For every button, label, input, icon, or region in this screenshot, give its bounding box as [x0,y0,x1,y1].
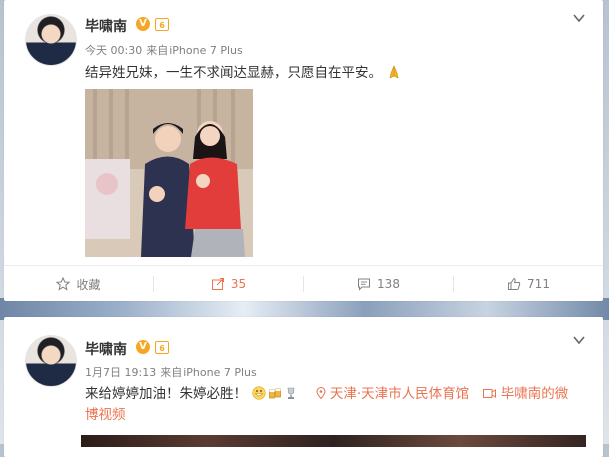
avatar[interactable] [25,14,77,66]
level-badge[interactable]: 6 [155,341,169,354]
chevron-down-icon[interactable] [573,334,585,346]
post-photo[interactable] [85,89,253,257]
pray-emoji-icon [389,65,399,79]
post-text: 来给婷婷加油！朱婷必胜！ 天津·天津市人民体育馆 毕啸南的微 博视频 [85,384,590,426]
verified-badge[interactable]: V [136,340,150,354]
grin-emoji-icon [252,386,266,400]
photo-image [85,89,253,257]
action-bar: 收藏 35 138 711 [4,265,603,302]
post-text: 结异姓兄妹，一生不求闻达显赫，只愿自在平安。 [85,63,402,84]
level-badge[interactable]: 6 [155,18,169,31]
post-text-content: 结异姓兄妹，一生不求闻达显赫，只愿自在平安。 [85,65,382,81]
verified-badge[interactable]: V [136,17,150,31]
comment-icon [358,278,371,291]
favorite-button[interactable]: 收藏 [4,266,153,302]
post-source[interactable]: iPhone 7 Plus [169,44,243,57]
chevron-down-icon[interactable] [573,12,585,24]
comment-count: 138 [377,277,400,291]
repost-count: 35 [230,277,247,291]
video-link-text: 毕啸南的微 [500,386,569,402]
post-photo[interactable] [81,435,586,447]
video-link-text-cont[interactable]: 博视频 [85,407,126,423]
video-link[interactable]: 毕啸南的微 [483,386,568,402]
post-meta: 今天 00:30 来自iPhone 7 Plus [85,42,247,58]
cheers-emoji-icon [269,388,282,399]
thumbs-up-icon [508,277,521,290]
location-link[interactable]: 天津·天津市人民体育馆 [316,386,474,402]
location-text: 天津·天津市人民体育馆 [329,386,470,402]
source-prefix: 来自 [160,366,183,379]
trophy-emoji-icon [287,387,295,399]
post-text-content: 来给婷婷加油！朱婷必胜！ [85,386,247,402]
comment-button[interactable]: 138 [304,266,453,302]
like-button[interactable]: 711 [454,266,603,302]
source-prefix: 来自 [146,44,169,57]
location-pin-icon [316,387,326,400]
avatar[interactable] [25,335,77,387]
username[interactable]: 毕啸南 [85,16,127,36]
repost-icon [211,278,224,290]
username[interactable]: 毕啸南 [85,339,127,359]
like-count: 711 [527,277,550,291]
feed-card: 毕啸南 V 6 今天 00:30 来自iPhone 7 Plus 结异姓兄妹，一生… [4,0,603,301]
post-source[interactable]: iPhone 7 Plus [183,366,257,379]
post-time[interactable]: 1月7日 19:13 [85,366,156,379]
repost-button[interactable]: 35 [154,266,303,302]
star-icon [56,277,71,291]
video-icon [483,389,497,398]
post-time[interactable]: 今天 00:30 [85,44,142,57]
post-meta: 1月7日 19:13 来自iPhone 7 Plus [85,364,261,380]
favorite-label: 收藏 [76,277,101,292]
